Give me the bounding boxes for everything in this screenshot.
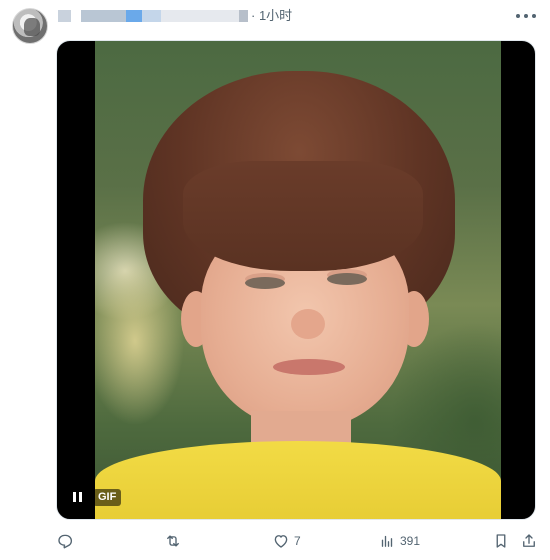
more-options-button[interactable] xyxy=(516,8,536,24)
reply-icon xyxy=(58,534,73,549)
reply-button[interactable] xyxy=(56,530,78,552)
retweet-button[interactable] xyxy=(164,530,186,552)
eye-right xyxy=(327,273,367,285)
eye-left xyxy=(245,277,285,289)
gif-badge: GIF xyxy=(93,488,122,506)
gif-controls: GIF xyxy=(67,487,122,507)
views-button[interactable]: 391 xyxy=(378,530,420,552)
author-avatar[interactable] xyxy=(12,8,48,44)
like-button[interactable]: 7 xyxy=(272,530,301,552)
heart-icon xyxy=(274,535,288,548)
yellow-shirt xyxy=(95,441,501,519)
bookmark-icon xyxy=(496,534,506,548)
post-timestamp[interactable]: · 1小时 xyxy=(251,8,292,24)
more-dot-icon xyxy=(516,14,520,18)
gif-media[interactable]: GIF xyxy=(56,40,536,520)
post-card: · 1小时 GIF 7 391 xyxy=(0,0,550,560)
gif-image xyxy=(95,41,501,519)
mouth xyxy=(273,359,345,375)
hair-fringe xyxy=(183,161,423,271)
share-button[interactable] xyxy=(520,530,538,552)
pause-icon[interactable] xyxy=(67,487,87,507)
bookmark-button[interactable] xyxy=(492,530,510,552)
like-count: 7 xyxy=(294,534,301,548)
author-name-redacted[interactable] xyxy=(58,10,248,22)
more-dot-icon xyxy=(532,14,536,18)
share-icon xyxy=(523,534,535,547)
post-actions: 7 391 xyxy=(56,530,536,552)
nose xyxy=(291,309,325,339)
views-count: 391 xyxy=(400,534,421,548)
retweet-icon xyxy=(167,535,179,547)
more-dot-icon xyxy=(524,14,528,18)
avatar-figure xyxy=(24,18,40,36)
views-chart-icon xyxy=(381,535,393,547)
